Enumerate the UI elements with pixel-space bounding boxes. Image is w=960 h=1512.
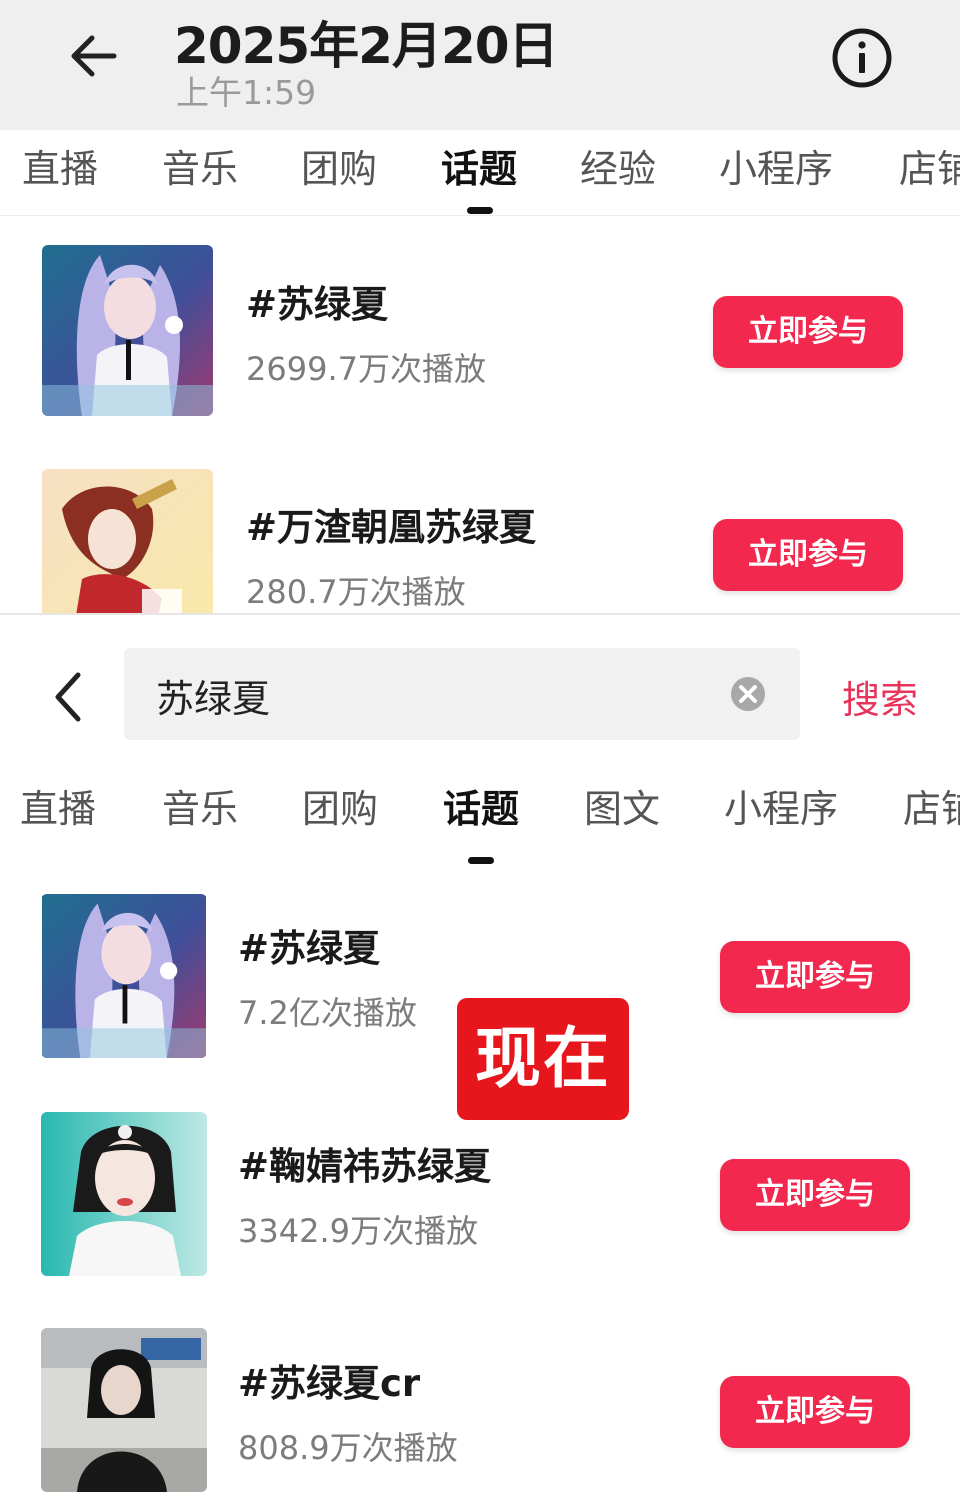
topic-row[interactable]: #苏绿夏cr 808.9万次播放 立即参与 [0,1315,960,1512]
topic-views: 3342.9万次播放 [238,1212,478,1250]
tab-group-buy[interactable]: 团购 [302,778,378,833]
tab-mini-program[interactable]: 小程序 [724,778,838,833]
search-button[interactable]: 搜索 [842,669,918,724]
tab-shop[interactable]: 店铺 [903,778,960,833]
active-tab-indicator [468,857,494,864]
topic-thumbnail [42,245,213,416]
topic-thumbnail [41,1112,207,1276]
topic-thumbnail [42,469,213,615]
join-button[interactable]: 立即参与 [720,1376,910,1448]
tab-music[interactable]: 音乐 [162,138,238,193]
tab-group-buy[interactable]: 团购 [301,138,377,193]
join-button[interactable]: 立即参与 [713,296,903,368]
topic-header: 2025年2月20日 上午1:59 [0,0,960,130]
tab-experience[interactable]: 经验 [580,138,656,193]
search-query: 苏绿夏 [156,677,271,721]
topic-row[interactable]: #万渣朝凰苏绿夏 280.7万次播放 立即参与 [0,453,960,615]
tab-image-text[interactable]: 图文 [584,778,660,833]
tab-mini-program[interactable]: 小程序 [719,138,833,193]
topic-row[interactable]: #苏绿夏 2699.7万次播放 立即参与 [0,230,960,440]
topic-views: 808.9万次播放 [238,1429,458,1467]
header-time: 上午1:59 [176,73,317,112]
topic-title: #鞠婧祎苏绿夏 [238,1145,492,1188]
tab-topics[interactable]: 话题 [443,778,519,833]
topic-title: #苏绿夏cr [238,1362,421,1405]
clear-circle-icon[interactable] [730,676,766,712]
tab-live[interactable]: 直播 [20,778,96,833]
old-screenshot-panel: 2025年2月20日 上午1:59 直播 音乐 团购 话题 经验 小程序 店铺 [0,0,960,615]
topic-title: #苏绿夏 [238,927,381,970]
topic-views: 280.7万次播放 [246,573,466,611]
topic-title: #苏绿夏 [246,283,389,326]
search-input[interactable]: 苏绿夏 [124,648,800,740]
tab-live[interactable]: 直播 [22,138,98,193]
join-button[interactable]: 立即参与 [713,519,903,591]
info-circle-icon[interactable] [830,26,894,90]
chevron-left-icon[interactable] [44,667,94,727]
arrow-left-icon[interactable] [64,26,124,86]
active-tab-indicator [467,207,493,214]
topic-thumbnail [41,894,207,1058]
topic-title: #万渣朝凰苏绿夏 [246,506,537,549]
topic-row[interactable]: #鞠婧祎苏绿夏 3342.9万次播放 立即参与 [0,1098,960,1308]
now-label-badge: 现在 [457,998,629,1120]
topic-views: 2699.7万次播放 [246,350,486,388]
tab-music[interactable]: 音乐 [162,778,238,833]
tab-topics[interactable]: 话题 [441,138,517,193]
topic-thumbnail [41,1328,207,1492]
tab-shop[interactable]: 店铺 [899,138,960,193]
topic-views: 7.2亿次播放 [238,994,417,1032]
category-tabs: 直播 音乐 团购 话题 图文 小程序 店铺 [0,770,960,864]
category-tabs: 直播 音乐 团购 话题 经验 小程序 店铺 [0,130,960,216]
join-button[interactable]: 立即参与 [720,941,910,1013]
join-button[interactable]: 立即参与 [720,1159,910,1231]
